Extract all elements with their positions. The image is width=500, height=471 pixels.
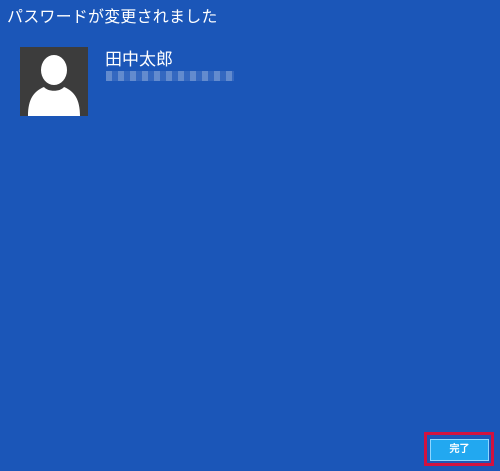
done-button[interactable]: 完了	[430, 439, 489, 461]
page-title: パスワードが変更されました	[7, 7, 218, 26]
avatar	[20, 47, 88, 116]
user-name: 田中太郎	[105, 50, 173, 70]
account-card: 田中太郎	[20, 47, 250, 117]
person-silhouette-icon	[20, 47, 88, 116]
user-email-blurred	[106, 71, 234, 81]
password-changed-screen: パスワードが変更されました 田中太郎 完了	[0, 0, 500, 471]
